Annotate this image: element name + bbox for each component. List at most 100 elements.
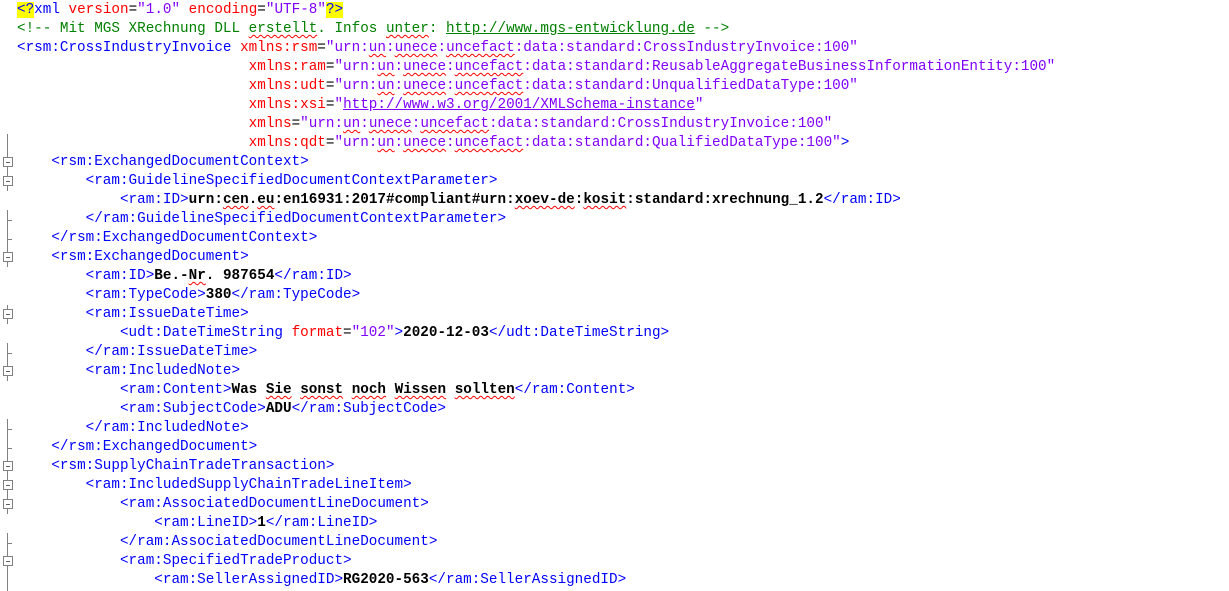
code-token: http://www.w3.org/2001/XMLSchema-instanc… xyxy=(343,97,695,113)
code-token: :data:standard:UnqualifiedDataType:100" xyxy=(523,78,858,94)
code-line-text: <ram:IncludedSupplyChainTradeLineItem> xyxy=(17,476,412,495)
code-token: unece xyxy=(394,40,438,56)
code-line-text: <udt:DateTimeString format="102">2020-12… xyxy=(17,324,669,343)
code-token: "urn: xyxy=(334,59,378,75)
code-token: </rsm:ExchangedDocumentContext> xyxy=(51,230,318,246)
code-token: > xyxy=(394,325,404,341)
code-token: > xyxy=(840,135,850,151)
code-token: un xyxy=(377,78,395,94)
code-token: unece xyxy=(403,135,447,151)
code-token: <ram:LineID> xyxy=(154,515,258,531)
code-token: Sie xyxy=(265,382,292,398)
code-token: . 987654 xyxy=(205,268,275,284)
code-token: <ram:ID> xyxy=(119,192,189,208)
xml-editor[interactable]: <?xml version="1.0" encoding="UTF-8"?> <!… xyxy=(0,0,1229,591)
code-token: <ram:TypeCode> xyxy=(85,287,206,303)
code-token: </ram:LineID> xyxy=(265,515,378,531)
code-token: <rsm:SupplyChainTradeTransaction> xyxy=(51,458,335,474)
code-token: <rsm:ExchangedDocument> xyxy=(51,249,249,265)
code-token: kosit xyxy=(583,192,627,208)
code-token: : xyxy=(360,116,369,132)
code-token: </ram:TypeCode> xyxy=(231,287,361,303)
code-token: <ram:AssociatedDocumentLineDocument> xyxy=(119,496,429,512)
code-token: </ram:SubjectCode> xyxy=(291,401,447,417)
code-token: 2020-12-03 xyxy=(403,325,489,341)
code-token: "102" xyxy=(351,325,395,341)
code-line-text: <ram:SellerAssignedID>RG2020-563</ram:Se… xyxy=(17,571,626,590)
code-token: </ram:SellerAssignedID> xyxy=(428,572,627,588)
code-token: :data:standard:QualifiedDataType:100" xyxy=(523,135,841,151)
code-line-text: <rsm:ExchangedDocument> xyxy=(17,248,249,267)
code-token: : xyxy=(446,78,455,94)
code-token: un xyxy=(343,116,361,132)
code-token: </ram:ID> xyxy=(274,268,352,284)
code-token: 1 xyxy=(257,515,266,531)
code-token: <!-- Mit MGS XRechnung DLL xyxy=(17,21,249,37)
code-line-text: xmlns:xsi="http://www.w3.org/2001/XMLSch… xyxy=(17,96,704,115)
code-token: "urn: xyxy=(325,40,369,56)
code-line-text: <rsm:SupplyChainTradeTransaction> xyxy=(17,457,334,476)
code-line-text: xmlns:udt="urn:un:unece:uncefact:data:st… xyxy=(17,77,858,96)
code-token: :data:standard:ReusableAggregateBusiness… xyxy=(523,59,1056,75)
code-token: " xyxy=(334,97,344,113)
code-token: </ram:Content> xyxy=(514,382,635,398)
code-token: : xyxy=(385,40,395,56)
code-line-text: </ram:AssociatedDocumentLineDocument> xyxy=(17,533,437,552)
code-token: = xyxy=(257,2,266,18)
code-token: : xyxy=(446,135,455,151)
code-token: sonst xyxy=(300,382,344,398)
code-token: = xyxy=(343,325,352,341)
code-token: xmlns:ram xyxy=(248,59,326,75)
code-token: <rsm:ExchangedDocumentContext> xyxy=(51,154,309,170)
code-token: xoev-de xyxy=(514,192,575,208)
code-token: <? xyxy=(17,2,35,18)
code-token: version xyxy=(68,2,129,18)
code-token: Be.- xyxy=(154,268,189,284)
code-line-text: <ram:ID>urn:cen.eu:en16931:2017#complian… xyxy=(17,191,901,210)
code-text-area[interactable]: <?xml version="1.0" encoding="UTF-8"?> <!… xyxy=(0,0,1229,591)
code-line-text: <ram:AssociatedDocumentLineDocument> xyxy=(17,495,429,514)
code-token: = xyxy=(291,116,301,132)
code-token: <rsm:CrossIndustryInvoice xyxy=(17,40,241,56)
code-token: format xyxy=(291,325,344,341)
code-token: </ram:IncludedNote> xyxy=(85,420,249,436)
code-token: </ram:AssociatedDocumentLineDocument> xyxy=(119,534,438,550)
code-token: uncefact xyxy=(454,135,524,151)
code-line-text: xmlns:ram="urn:un:unece:uncefact:data:st… xyxy=(17,58,1056,77)
code-token: </udt:DateTimeString> xyxy=(488,325,670,341)
code-token: unece xyxy=(403,59,447,75)
code-token: encoding xyxy=(188,2,258,18)
code-token: <udt:DateTimeString xyxy=(119,325,292,341)
code-token: . xyxy=(248,192,258,208)
code-token: xml xyxy=(34,2,69,18)
code-token: </ram:GuidelineSpecifiedDocumentContextP… xyxy=(85,211,507,227)
code-line-text: <rsm:CrossIndustryInvoice xmlns:rsm="urn… xyxy=(17,39,858,58)
code-token: "1.0" xyxy=(137,2,181,18)
code-token: "UTF-8" xyxy=(265,2,326,18)
code-token: . Infos xyxy=(317,21,386,37)
code-token: uncefact xyxy=(454,78,524,94)
code-line-text: </rsm:ExchangedDocumentContext> xyxy=(17,229,317,248)
code-token: <ram:ID> xyxy=(85,268,155,284)
code-token: <ram:IncludedNote> xyxy=(85,363,241,379)
